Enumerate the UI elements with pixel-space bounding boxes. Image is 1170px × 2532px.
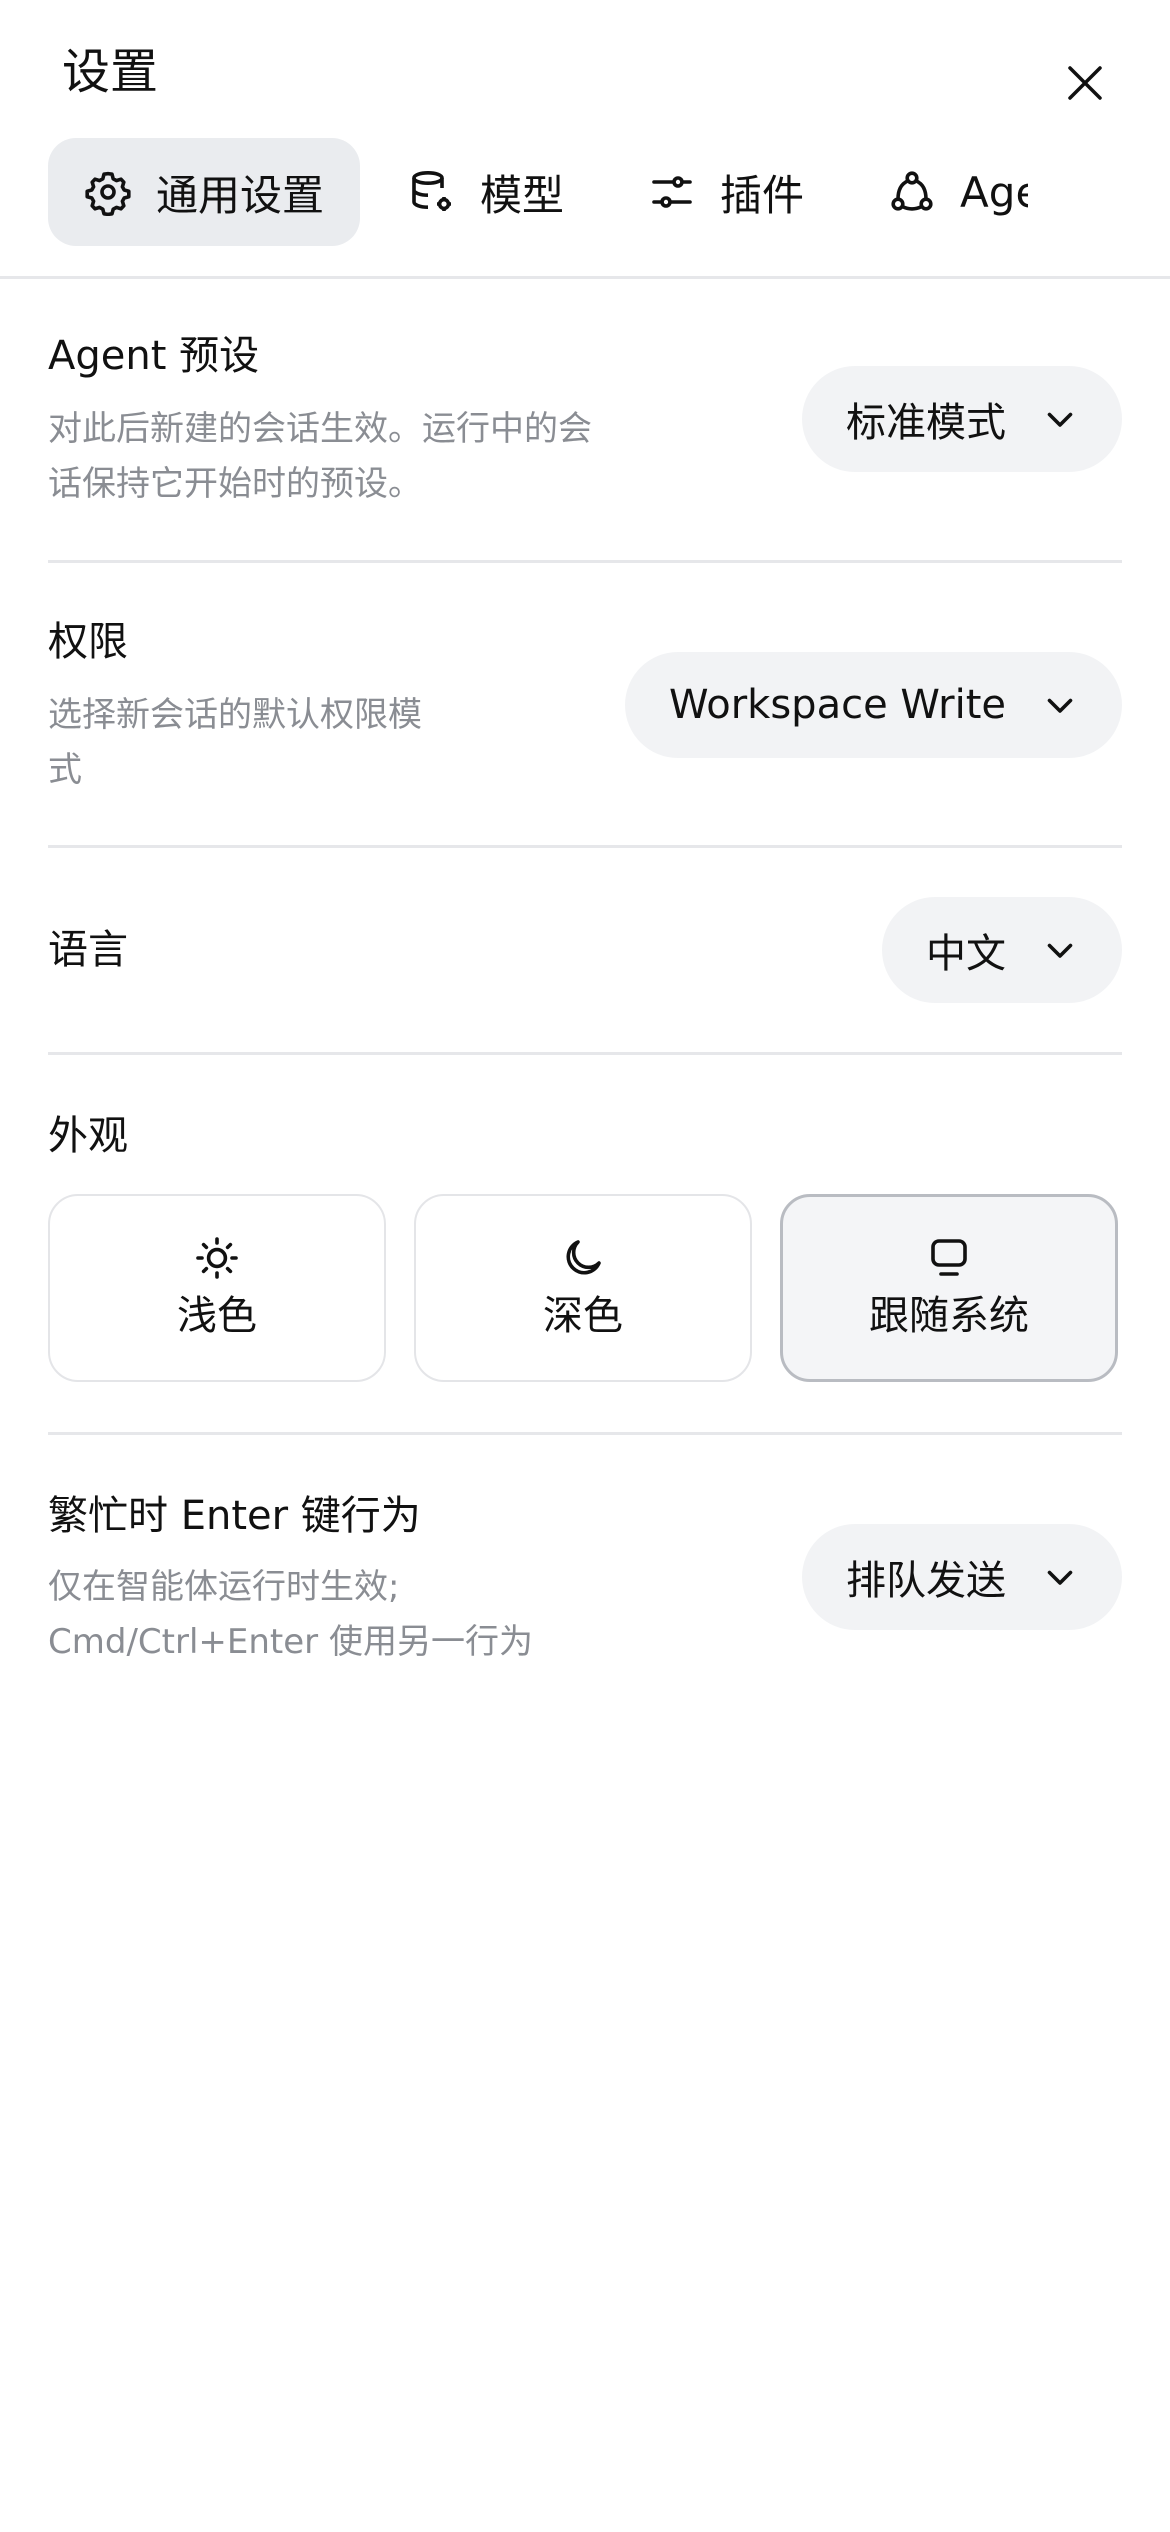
moon-icon xyxy=(559,1234,607,1282)
database-gear-icon xyxy=(408,168,456,216)
section-divider xyxy=(48,1052,1122,1055)
nodes-icon xyxy=(888,168,936,216)
gear-icon xyxy=(84,168,132,216)
tab-plugins[interactable]: 插件 xyxy=(612,138,840,246)
agent-preset-title: Agent 预设 xyxy=(48,333,260,379)
permissions-desc-line2: 式 xyxy=(48,750,82,790)
appearance-option-label: 跟随系统 xyxy=(869,1293,1029,1339)
page-title: 设置 xyxy=(62,44,159,100)
agent-preset-desc-line1: 对此后新建的会话生效。运行中的会 xyxy=(48,409,592,449)
appearance-title: 外观 xyxy=(48,1113,128,1159)
permissions-desc-line1: 选择新会话的默认权限模 xyxy=(48,695,422,735)
busy-enter-desc-line2: Cmd/Ctrl+Enter 使用另一行为 xyxy=(48,1622,533,1662)
appearance-system-option[interactable]: 跟随系统 xyxy=(780,1194,1118,1382)
busy-enter-desc-line1: 仅在智能体运行时生效; xyxy=(48,1567,400,1607)
permissions-select[interactable]: Workspace Write xyxy=(625,652,1122,758)
agent-preset-desc-line2: 话保持它开始时的预设。 xyxy=(48,464,422,504)
close-icon xyxy=(1065,63,1105,103)
monitor-icon xyxy=(925,1234,973,1282)
section-divider xyxy=(48,845,1122,848)
appearance-option-label: 深色 xyxy=(543,1293,623,1339)
settings-panel: 设置 通用设置 模型 插件 Ag Agent 预设 对此后新建的会话生效。运行中… xyxy=(0,0,1170,2532)
tabs-divider xyxy=(0,276,1170,279)
language-value: 中文 xyxy=(926,931,1006,977)
busy-enter-value: 排队发送 xyxy=(846,1558,1006,1604)
tab-label: 通用设置 xyxy=(156,170,325,220)
busy-enter-title: 繁忙时 Enter 键行为 xyxy=(48,1493,421,1539)
tab-general[interactable]: 通用设置 xyxy=(48,138,361,246)
section-divider xyxy=(48,1432,1122,1435)
tab-label: 插件 xyxy=(720,170,805,220)
chevron-down-icon xyxy=(1042,401,1078,437)
busy-enter-select[interactable]: 排队发送 xyxy=(802,1524,1122,1630)
appearance-dark-option[interactable]: 深色 xyxy=(414,1194,752,1382)
chevron-down-icon xyxy=(1042,1559,1078,1595)
section-divider xyxy=(48,560,1122,563)
chevron-down-icon xyxy=(1042,932,1078,968)
permissions-value: Workspace Write xyxy=(669,682,1006,728)
sun-icon xyxy=(193,1234,241,1282)
agent-preset-value: 标准模式 xyxy=(846,400,1006,446)
settings-tabs: 通用设置 模型 插件 Ag xyxy=(48,138,1028,246)
close-button[interactable] xyxy=(1054,52,1116,114)
language-title: 语言 xyxy=(48,927,128,973)
chevron-down-icon xyxy=(1042,687,1078,723)
permissions-title: 权限 xyxy=(48,619,128,665)
appearance-light-option[interactable]: 浅色 xyxy=(48,1194,386,1382)
tab-label: 模型 xyxy=(480,170,565,220)
appearance-option-label: 浅色 xyxy=(177,1293,257,1339)
tab-models[interactable]: 模型 xyxy=(372,138,600,246)
tab-agents[interactable]: Age xyxy=(852,138,1028,246)
sliders-icon xyxy=(648,168,696,216)
tab-label: Age xyxy=(960,167,1028,217)
agent-preset-select[interactable]: 标准模式 xyxy=(802,366,1122,472)
language-select[interactable]: 中文 xyxy=(882,897,1122,1003)
